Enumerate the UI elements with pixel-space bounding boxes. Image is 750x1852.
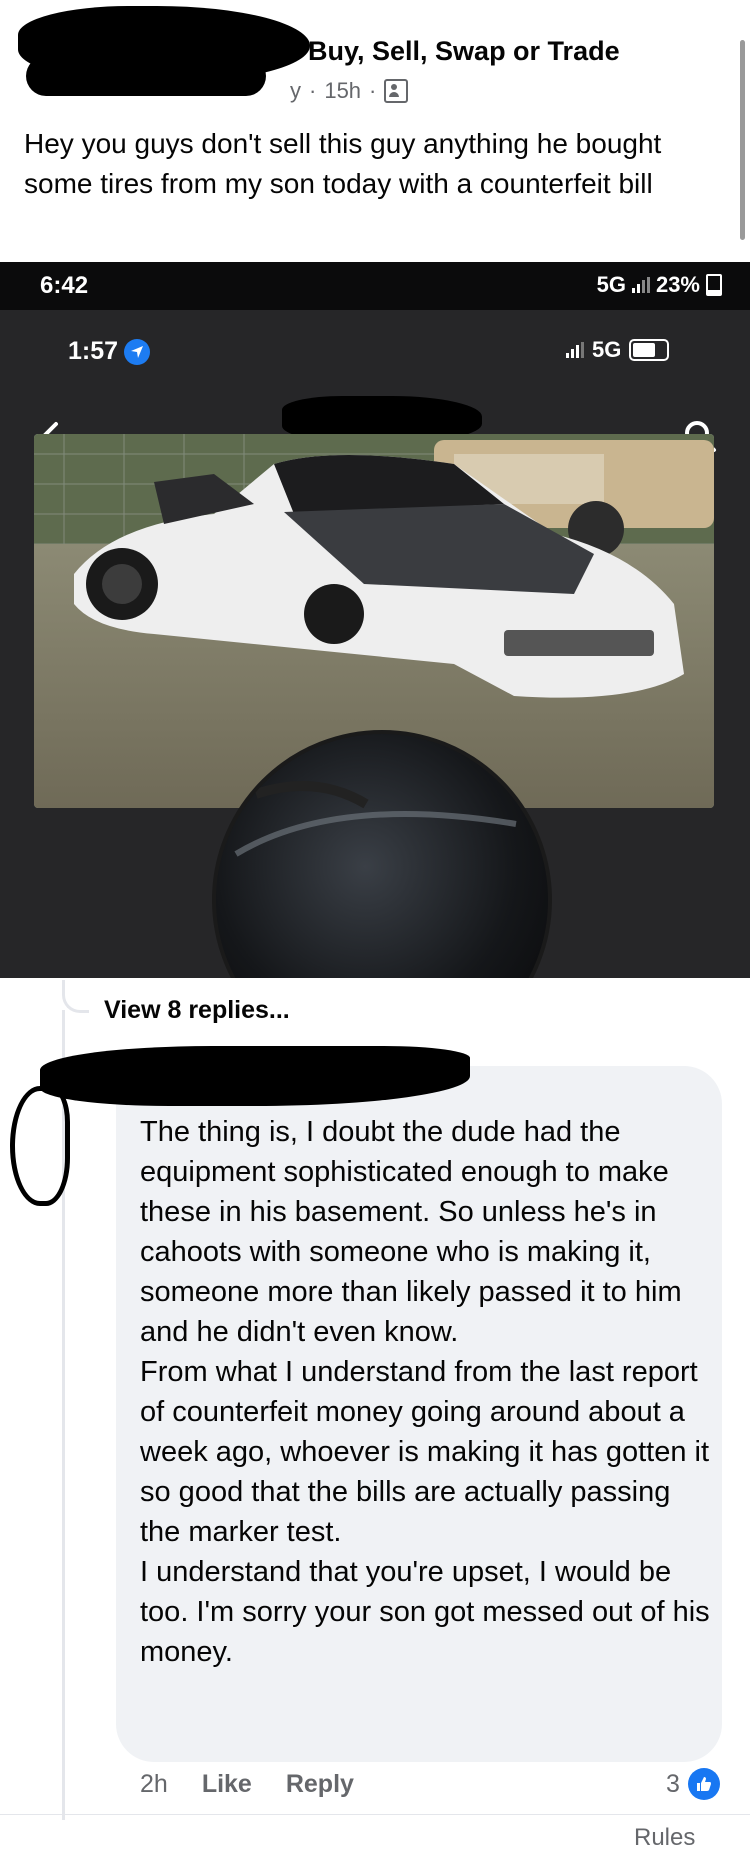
post-text: Hey you guys don't sell this guy anythin… [24, 128, 662, 199]
embedded-screenshot[interactable]: 6:42 5G 23% 1:57 5G [0, 262, 750, 978]
reply-button[interactable]: Reply [286, 1770, 354, 1799]
comment-paragraph: I understand that you're upset, I would … [140, 1556, 710, 1668]
reaction-count: 3 [666, 1769, 680, 1798]
redacted-commenter-name [40, 1046, 470, 1106]
meta-separator: · [369, 78, 377, 103]
thread-connector [62, 980, 89, 1013]
outer-status-right: 5G 23% [597, 272, 722, 298]
group-privacy-icon [384, 79, 409, 103]
rules-link[interactable]: Rules [634, 1824, 695, 1852]
outer-network-label: 5G [596, 272, 626, 297]
post-meta: y · 15h · [290, 78, 409, 104]
outer-status-time: 6:42 [40, 272, 89, 299]
thumbs-up-icon [687, 1768, 720, 1800]
comment-text: The thing is, I doubt the dude had the e… [140, 1112, 710, 1672]
comment-actions: 2h Like Reply [140, 1770, 354, 1799]
meta-separator: · [309, 78, 317, 103]
location-arrow-icon [124, 338, 151, 365]
post-time[interactable]: 15h [324, 78, 361, 104]
battery-percent: 23% [655, 272, 700, 297]
battery-icon [629, 339, 670, 361]
like-button[interactable]: Like [202, 1770, 252, 1799]
inner-network-label: 5G [592, 337, 622, 362]
inner-status-time: 1:57 [68, 337, 151, 366]
battery-icon [706, 274, 722, 296]
redacted-avatar [10, 1086, 70, 1206]
signal-icon [631, 277, 650, 293]
inner-time-label: 1:57 [68, 337, 119, 365]
section-divider [0, 1814, 750, 1815]
inner-status-right: 5G [566, 337, 670, 363]
view-replies-link[interactable]: View 8 replies... [104, 996, 290, 1025]
outer-status-bar: 6:42 5G 23% [0, 262, 750, 310]
group-name-link[interactable]: Buy, Sell, Swap or Trade [308, 36, 620, 67]
post-meta-fragment: y [290, 78, 301, 103]
scrollbar[interactable] [740, 40, 745, 240]
signal-icon [566, 342, 584, 358]
comment-paragraph: The thing is, I doubt the dude had the e… [140, 1116, 682, 1348]
comment-time[interactable]: 2h [140, 1770, 168, 1799]
redacted-author-line [26, 56, 266, 96]
comment-paragraph: From what I understand from the last rep… [140, 1356, 710, 1548]
reaction-summary[interactable]: 3 [666, 1768, 720, 1800]
